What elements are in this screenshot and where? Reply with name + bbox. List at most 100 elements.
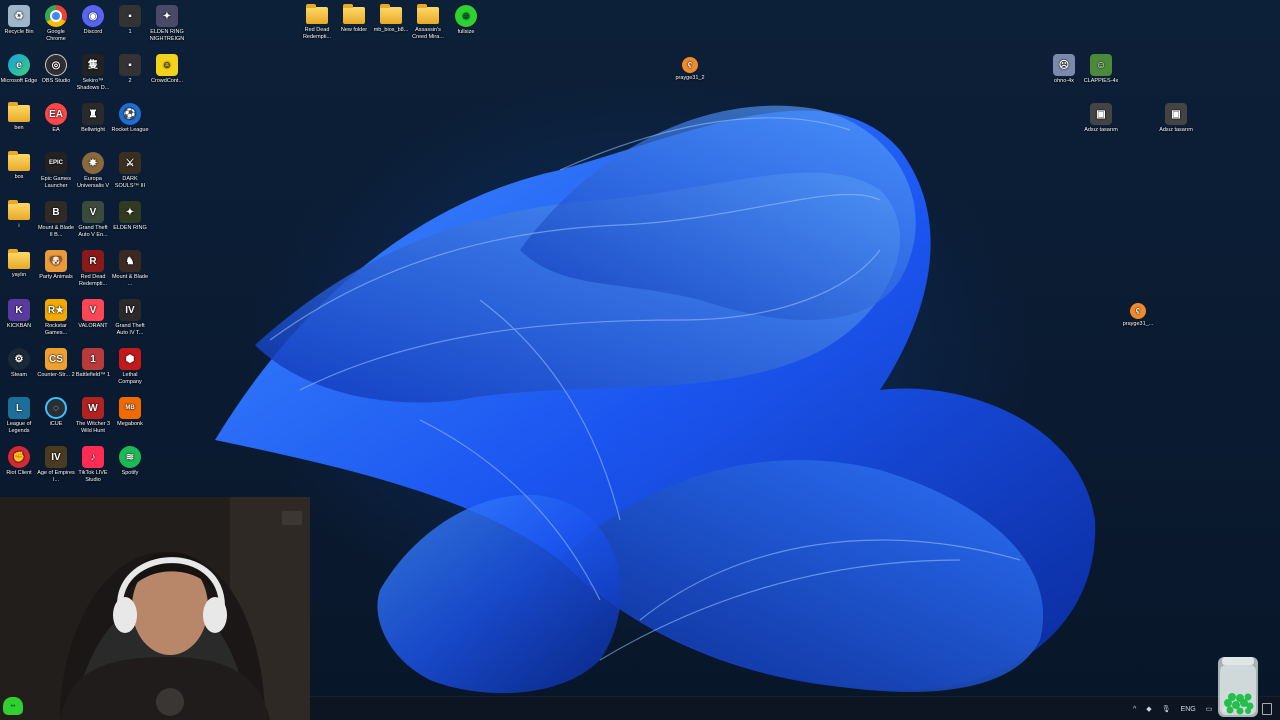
icon-label: Grand Theft Auto IV T... [115,323,145,336]
mount-blade-icon: B [45,201,67,223]
age-of-empires-icon: IV [45,446,67,468]
image-icon: ▣ [1090,103,1112,125]
icon-label: Counter-Str... 2 [37,372,75,378]
icon-label: KICKBAN [6,323,32,329]
desktop-icon-folder-assassins-creed[interactable]: Assassin's Creed Mira... [409,2,447,41]
icon-label: bos [14,174,24,180]
desktop-icon-mount-blade[interactable]: ♞ Mount & Blade ... [111,247,149,288]
desktop-icon-spotify[interactable]: ≋ Spotify [111,443,149,477]
desktop-icon-gta-v[interactable]: V Grand Theft Auto V En... [74,198,112,239]
desktop-icon-folder-mb-bios[interactable]: mb_bios_b8... [372,2,410,34]
desktop-icon-mount-blade-2[interactable]: B Mount & Blade II B... [37,198,75,239]
desktop-icon-folder-red-dead[interactable]: Red Dead Redempti... [298,2,336,41]
steam-icon: ⚙ [8,348,30,370]
icon-label: Steam [11,372,27,378]
desktop-icon-discord[interactable]: ◉ Discord [74,2,112,36]
desktop-icon-lethal-company[interactable]: ⬢ Lethal Company [111,345,149,386]
desktop-icon-crowdcontrol[interactable]: ☺ CrowdCont... [148,51,186,85]
desktop-icon-recycle-bin[interactable]: ♻ Recycle Bin [0,2,38,36]
desktop-icon-elden-ring[interactable]: ✦ ELDEN RING [111,198,149,232]
hamster-icon: ʕ [1130,303,1146,319]
desktop-icon-red-dead[interactable]: R Red Dead Redempti... [74,247,112,288]
microphone-icon[interactable]: 🎙 [1162,705,1171,713]
league-icon: L [8,397,30,419]
desktop-icon-kickban[interactable]: K KICKBAN [0,296,38,330]
edge-icon: e [8,54,30,76]
desktop-icon-prayge[interactable]: ʕ praygе31_... [1119,300,1157,328]
desktop-icon-epic-games[interactable]: EPIC Epic Games Launcher [37,149,75,190]
tray-overflow-chevron-icon[interactable]: ^ [1133,706,1136,713]
desktop-icon-bellwright[interactable]: ♜ Bellwright [74,100,112,134]
folder-icon [8,151,30,171]
desktop-icon-steam[interactable]: ⚙ Steam [0,345,38,379]
desktop-icon-party-animals[interactable]: 🐶 Party Animals [37,247,75,281]
desktop-icon-sekiro[interactable]: 隻 Sekiro™ Shadows D... [74,51,112,92]
desktop-icon-2[interactable]: ▪ 2 [111,51,149,85]
desktop-icon-folder-ben[interactable]: ben [0,100,38,132]
display-icon[interactable]: ▭ [1206,705,1213,713]
desktop-icon-obs[interactable]: ◎ OBS Studio [37,51,75,85]
icon-label: Mount & Blade ... [111,274,149,287]
icon-label: Epic Games Launcher [41,176,71,189]
desktop-icon-dark-souls[interactable]: ⚔ DARK SOULS™ III [111,149,149,190]
desktop-icon-megabonk[interactable]: MB Megabonk [111,394,149,428]
desktop-icon-rockstar[interactable]: R★ Rockstar Games... [37,296,75,337]
icon-label: Bellwright [81,127,105,133]
desktop-icon-1[interactable]: ▪ 1 [111,2,149,36]
desktop-icon-fullsize[interactable]: ☻ fullsize [447,2,485,36]
frog-overlay-icon: •• [3,697,23,715]
desktop-icon-riot-client[interactable]: ✊ Riot Client [0,443,38,477]
battlefield-icon: 1 [82,348,104,370]
desktop-icon-elden-ring-nightreign[interactable]: ✦ ELDEN RING NIGHTREIGN [148,2,186,43]
language-indicator[interactable]: ENG [1181,706,1196,713]
icon-label: yaylın [11,272,27,278]
icon-label: praygе31_... [1122,321,1154,327]
icon-label: Microsoft Edge [0,78,38,84]
desktop-icon-valorant[interactable]: V VALORANT [74,296,112,330]
desktop-icon-adsiz-tasarim-1[interactable]: ▣ Adsız tasarım [1082,100,1120,134]
desktop-icon-icue[interactable]: ◌ iCUE [37,394,75,428]
icon-label: 1 [128,29,132,35]
kickban-icon: K [8,299,30,321]
desktop-icon-clappies[interactable]: ☺ CLAPPIES-4x [1082,51,1120,85]
icon-label: Recycle Bin [4,29,34,35]
desktop-icon-tiktok-live[interactable]: ♪ TikTok LIVE Studio [74,443,112,484]
desktop-icon-counter-strike[interactable]: CS Counter-Str... 2 [37,345,75,379]
icon-label: Adsız tasarım [1084,127,1118,133]
desktop-icon-ohno[interactable]: ☹ ohno-4x [1045,51,1083,85]
icon-label: Rocket League [111,127,149,133]
icon-label: Red Dead Redempti... [78,274,108,287]
image-icon: ▣ [1165,103,1187,125]
icon-label: ben [14,125,24,131]
desktop-icon-gta-iv[interactable]: IV Grand Theft Auto IV T... [111,296,149,337]
desktop-icon-folder-yaylin[interactable]: yaylın [0,247,38,279]
desktop-icon-folder-new[interactable]: New folder [335,2,373,34]
desktop-icon-witcher[interactable]: W The Witcher 3 Wild Hunt [74,394,112,435]
desktop-icon-league[interactable]: L League of Legends [0,394,38,435]
gta-v-icon: V [82,201,104,223]
network-icon[interactable]: ◆ [1146,705,1151,713]
icon-label: Red Dead Redempti... [302,27,332,40]
epic-games-icon: EPIC [45,152,67,174]
icon-label: Riot Client [6,470,32,476]
icon-label: Assassin's Creed Mira... [412,27,444,40]
desktop-icon-adsiz-tasarim-2[interactable]: ▣ Adsız tasarım [1157,100,1195,134]
desktop-icon-battlefield[interactable]: 1 Battlefield™ 1 [74,345,112,379]
tiktok-icon: ♪ [82,446,104,468]
desktop-icon-prayge-2[interactable]: ʕ praygе31_2 [671,54,709,82]
party-animals-icon: 🐶 [45,250,67,272]
desktop-icon-edge[interactable]: e Microsoft Edge [0,51,38,85]
desktop-icon-rocket-league[interactable]: ⚽ Rocket League [111,100,149,134]
valorant-icon: V [82,299,104,321]
desktop-icon-ea[interactable]: EA EA [37,100,75,134]
desktop-icon-europa-universalis[interactable]: ✸ Europa Universalis V [74,149,112,190]
shortcut-icon: ▪ [119,54,141,76]
desktop-icon-folder-i[interactable]: i [0,198,38,230]
hamster-icon: ʕ [682,57,698,73]
desktop-icon-folder-bos[interactable]: bos [0,149,38,181]
show-desktop-icon[interactable] [1262,703,1272,715]
desktop-icon-chrome[interactable]: Google Chrome [37,2,75,43]
desktop-icon-age-of-empires[interactable]: IV Age of Empires I... [37,443,75,484]
icon-label: Megabonk [117,421,143,427]
jar-graphic [1220,657,1256,715]
